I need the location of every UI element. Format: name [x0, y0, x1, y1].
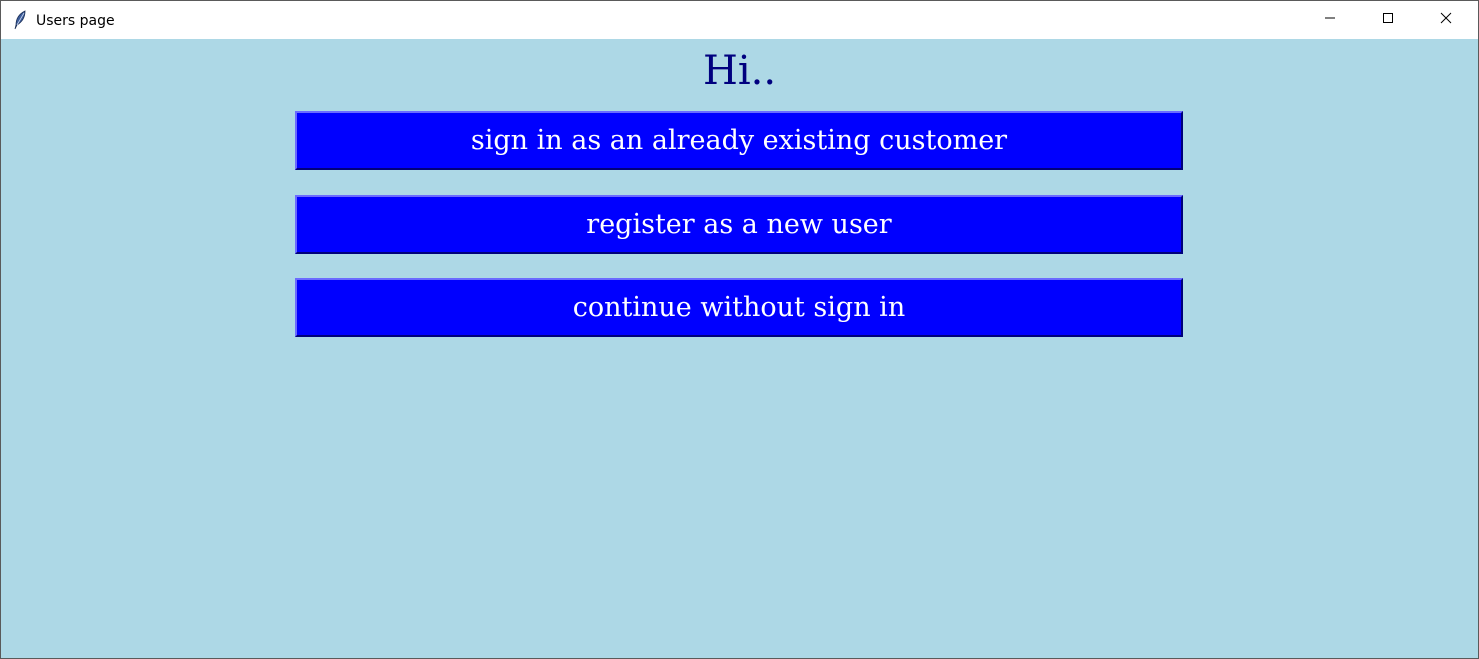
close-icon	[1440, 12, 1452, 28]
window-title: Users page	[36, 13, 115, 29]
close-button[interactable]	[1417, 1, 1475, 39]
minimize-icon	[1324, 12, 1336, 28]
maximize-icon	[1382, 12, 1394, 28]
main-content: Hi.. sign in as an already existing cust…	[1, 39, 1478, 658]
sign-in-existing-customer-button[interactable]: sign in as an already existing customer	[295, 111, 1183, 170]
minimize-button[interactable]	[1301, 1, 1359, 39]
continue-without-sign-in-button[interactable]: continue without sign in	[295, 278, 1183, 337]
title-bar[interactable]: Users page	[1, 1, 1478, 39]
app-window: Users page Hi.. sign in as an already ex…	[0, 0, 1479, 659]
feather-icon	[13, 10, 27, 30]
register-new-user-button[interactable]: register as a new user	[295, 195, 1183, 254]
greeting-heading: Hi..	[702, 48, 777, 94]
maximize-button[interactable]	[1359, 1, 1417, 39]
